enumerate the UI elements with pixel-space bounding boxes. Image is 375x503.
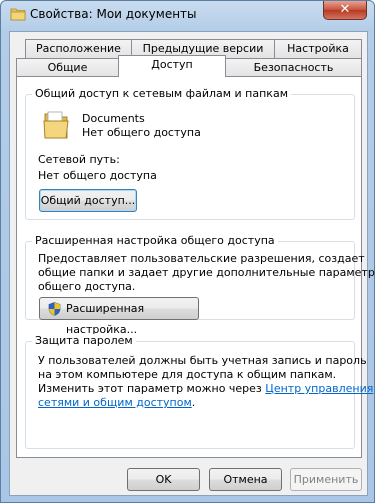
- advanced-sharing-desc-line1: Предоставляет пользовательские разрешени…: [38, 252, 365, 265]
- network-path-value: Нет общего доступа: [38, 169, 157, 182]
- password-protection-group: Защита паролем У пользователей должны бы…: [25, 334, 373, 449]
- cancel-button[interactable]: Отмена: [209, 468, 282, 491]
- folder-name: Documents: [82, 112, 145, 125]
- sharing-tab-panel: Общий доступ к сетевым файлам и папкам D…: [16, 76, 375, 458]
- title-bar[interactable]: Свойства: Мои документы ✕: [1, 1, 374, 29]
- window-title: Свойства: Мои документы: [30, 7, 197, 21]
- folder-share-status: Нет общего доступа: [82, 126, 201, 139]
- advanced-sharing-title: Расширенная настройка общего доступа: [32, 234, 278, 247]
- folder-icon: [10, 8, 26, 21]
- network-path-label: Сетевой путь:: [38, 153, 120, 166]
- advanced-sharing-group: Расширенная настройка общего доступа Пре…: [25, 234, 375, 336]
- advanced-sharing-desc-line2: общие папки и задает другие дополнительн…: [38, 266, 375, 279]
- password-desc-line1: У пользователей должны быть учетная запи…: [38, 354, 367, 367]
- advanced-sharing-button[interactable]: Расширенная настройка...: [39, 297, 199, 336]
- tab-security[interactable]: Безопасность: [225, 58, 362, 77]
- ok-button[interactable]: OK: [127, 468, 200, 491]
- password-change-line2: сетями и общим доступом.: [38, 396, 195, 409]
- shield-icon: [48, 302, 61, 316]
- password-change-prefix: Изменить этот параметр можно через: [38, 382, 262, 395]
- tab-general[interactable]: Общие: [16, 58, 119, 77]
- properties-window: Свойства: Мои документы ✕ Расположение П…: [0, 0, 375, 503]
- password-protection-title: Защита паролем: [32, 334, 136, 347]
- tab-location[interactable]: Расположение: [25, 39, 132, 58]
- password-change-line: Изменить этот параметр можно через Центр…: [38, 382, 373, 395]
- link-suffix: .: [191, 396, 196, 409]
- share-button[interactable]: Общий доступ...: [39, 189, 137, 212]
- network-sharing-group: Общий доступ к сетевым файлам и папкам D…: [25, 87, 355, 220]
- dialog-client-area: Расположение Предыдущие версии Настройка…: [9, 31, 375, 496]
- network-center-link-part2[interactable]: сетями и общим доступом: [38, 396, 192, 409]
- password-desc-line2: на этом компьютере для доступа к общим п…: [38, 368, 337, 381]
- network-center-link-part1[interactable]: Центр управления: [265, 382, 373, 395]
- tab-sharing[interactable]: Доступ: [118, 55, 226, 77]
- apply-button[interactable]: Применить: [290, 468, 362, 491]
- close-button[interactable]: ✕: [323, 1, 367, 20]
- tab-customize[interactable]: Настройка: [274, 39, 362, 58]
- network-sharing-title: Общий доступ к сетевым файлам и папкам: [32, 87, 291, 100]
- advanced-sharing-desc-line3: общего доступа.: [38, 280, 136, 293]
- documents-folder-icon: [43, 111, 69, 139]
